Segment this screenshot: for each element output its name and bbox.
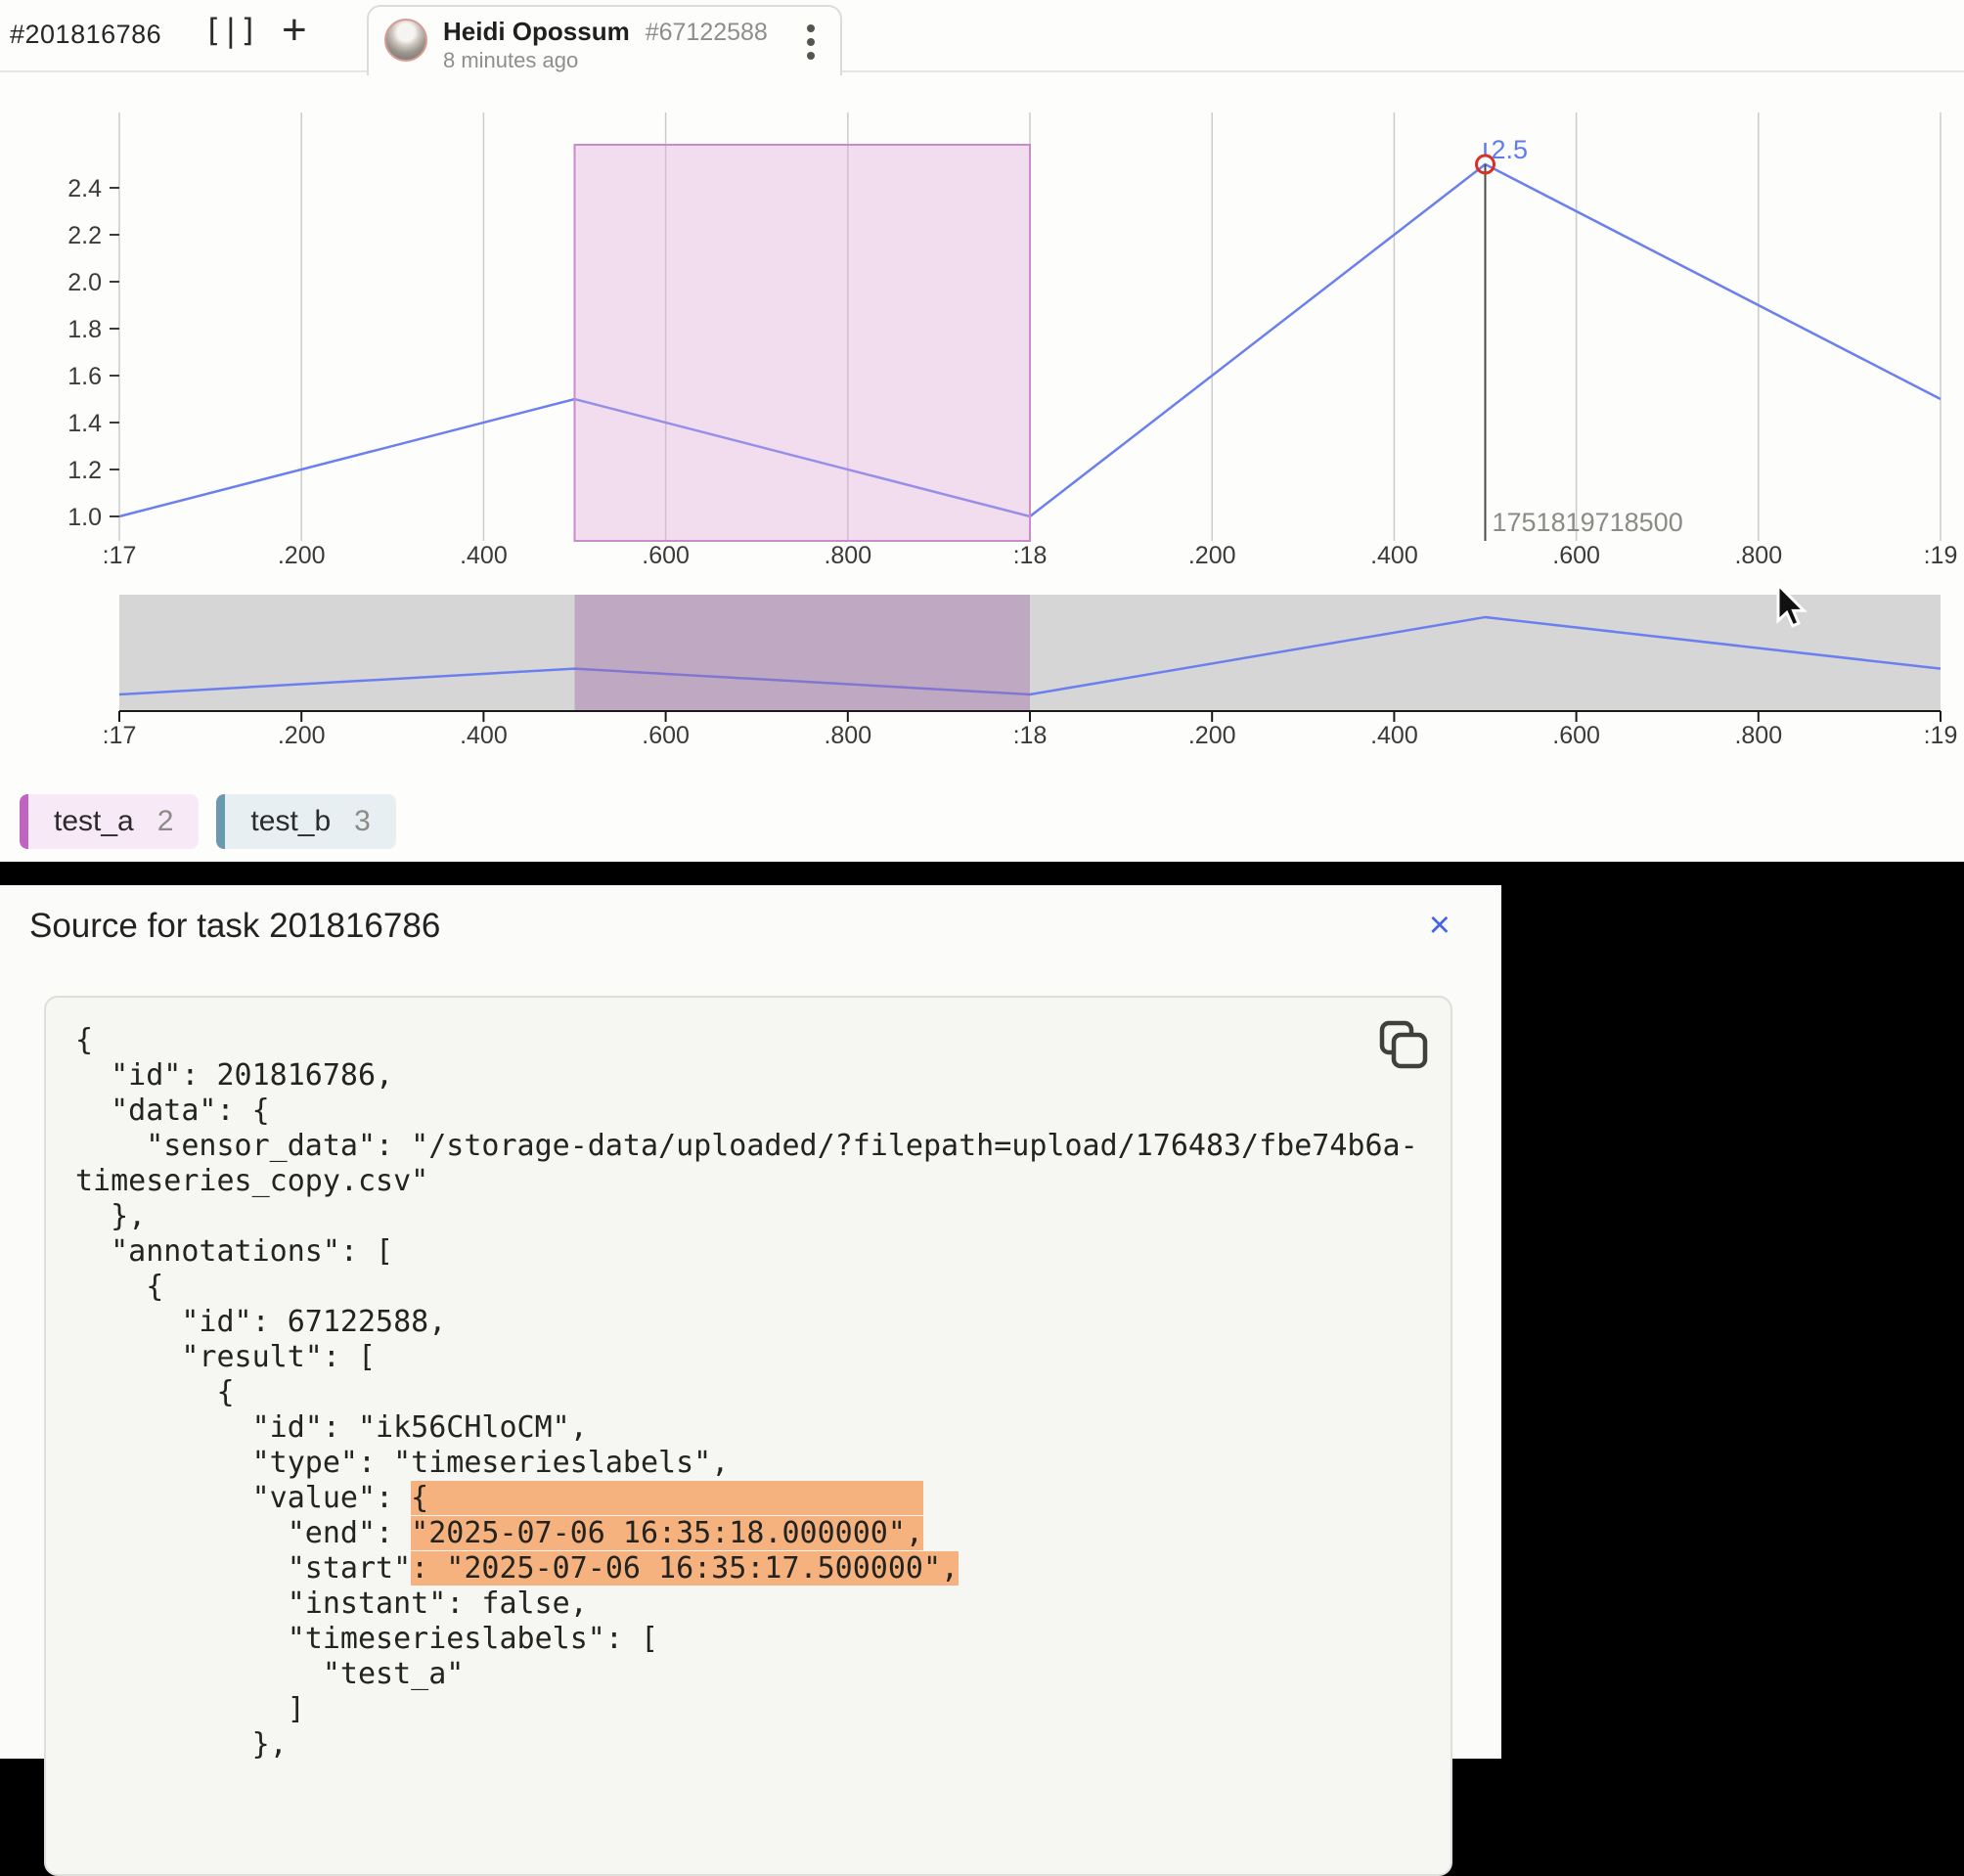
- overview-tick-label: :17: [103, 722, 137, 749]
- kebab-menu-icon[interactable]: [807, 24, 817, 62]
- overview-tick-label: .600: [642, 722, 690, 749]
- copy-icon[interactable]: [1372, 1015, 1431, 1074]
- divider: [0, 862, 1964, 885]
- y-tick-label: 1.0: [67, 504, 102, 531]
- avatar: [384, 19, 427, 62]
- x-tick-label: .400: [1370, 542, 1418, 569]
- overview-tick-label: :18: [1013, 722, 1048, 749]
- y-tick-label: 1.6: [67, 363, 102, 390]
- overview-tick-label: .400: [460, 722, 508, 749]
- y-tick-label: 2.0: [67, 269, 102, 296]
- overview-tick-label: :19: [1924, 722, 1958, 749]
- y-tick-label: 2.2: [67, 222, 102, 249]
- x-tick-label: .800: [824, 542, 871, 569]
- y-tick-label: 1.2: [67, 457, 102, 484]
- source-modal: Source for task 201816786 × { "id": 2018…: [0, 885, 1501, 1759]
- region-test_a[interactable]: [575, 145, 1031, 541]
- x-tick-label: .400: [460, 542, 508, 569]
- x-tick-label: :18: [1013, 542, 1048, 569]
- source-code-card: { "id": 201816786, "data": { "sensor_dat…: [44, 996, 1452, 1876]
- task-source-json: { "id": 201816786, "data": { "sensor_dat…: [75, 1023, 1451, 1763]
- cursor-timestamp-label: 1751819718500: [1493, 508, 1683, 537]
- overview-tick-label: .200: [278, 722, 326, 749]
- y-tick-label: 1.4: [67, 410, 102, 437]
- x-tick-label: .600: [1552, 542, 1600, 569]
- overview-region-test_a[interactable]: [575, 595, 1031, 711]
- overview-tick-label: .200: [1188, 722, 1236, 749]
- annotation-id: #67122588: [646, 19, 768, 46]
- timeseries-chart[interactable]: 2.4 2.2 2.0 1.8 1.6 1.4 1.2 1.0 2.5 1751819718500…: [0, 0, 1964, 862]
- annotation-panel: #201816786 [|] + Heidi Opossum#67122588 …: [0, 0, 1964, 862]
- y-tick-label: 1.8: [67, 316, 102, 343]
- overview-tick-label: .800: [824, 722, 871, 749]
- annotator-name: Heidi Opossum: [443, 17, 630, 46]
- x-tick-label: .800: [1734, 542, 1782, 569]
- x-tick-label: :19: [1924, 542, 1958, 569]
- close-icon[interactable]: ×: [1429, 907, 1451, 944]
- x-tick-label: .200: [278, 542, 326, 569]
- highlighted-json-text: "2025-07-06 16:35:18.000000",: [411, 1516, 923, 1550]
- overview-tick-label: .400: [1370, 722, 1418, 749]
- x-tick-label: .600: [642, 542, 690, 569]
- modal-title: Source for task 201816786: [29, 907, 440, 946]
- overview-tick-label: .600: [1552, 722, 1600, 749]
- overview-tick-label: .800: [1734, 722, 1782, 749]
- y-tick-label: 2.4: [67, 175, 102, 202]
- annotation-time: 8 minutes ago: [443, 48, 578, 73]
- highlighted-json-text: {: [411, 1481, 923, 1515]
- marker-value-label: 2.5: [1492, 135, 1529, 164]
- highlighted-json-text: : "2025-07-06 16:35:17.500000",: [411, 1551, 959, 1586]
- x-tick-label: :17: [103, 542, 137, 569]
- annotation-tab[interactable]: Heidi Opossum #67122588 8 minutes ago: [367, 5, 842, 75]
- x-tick-label: .200: [1188, 542, 1236, 569]
